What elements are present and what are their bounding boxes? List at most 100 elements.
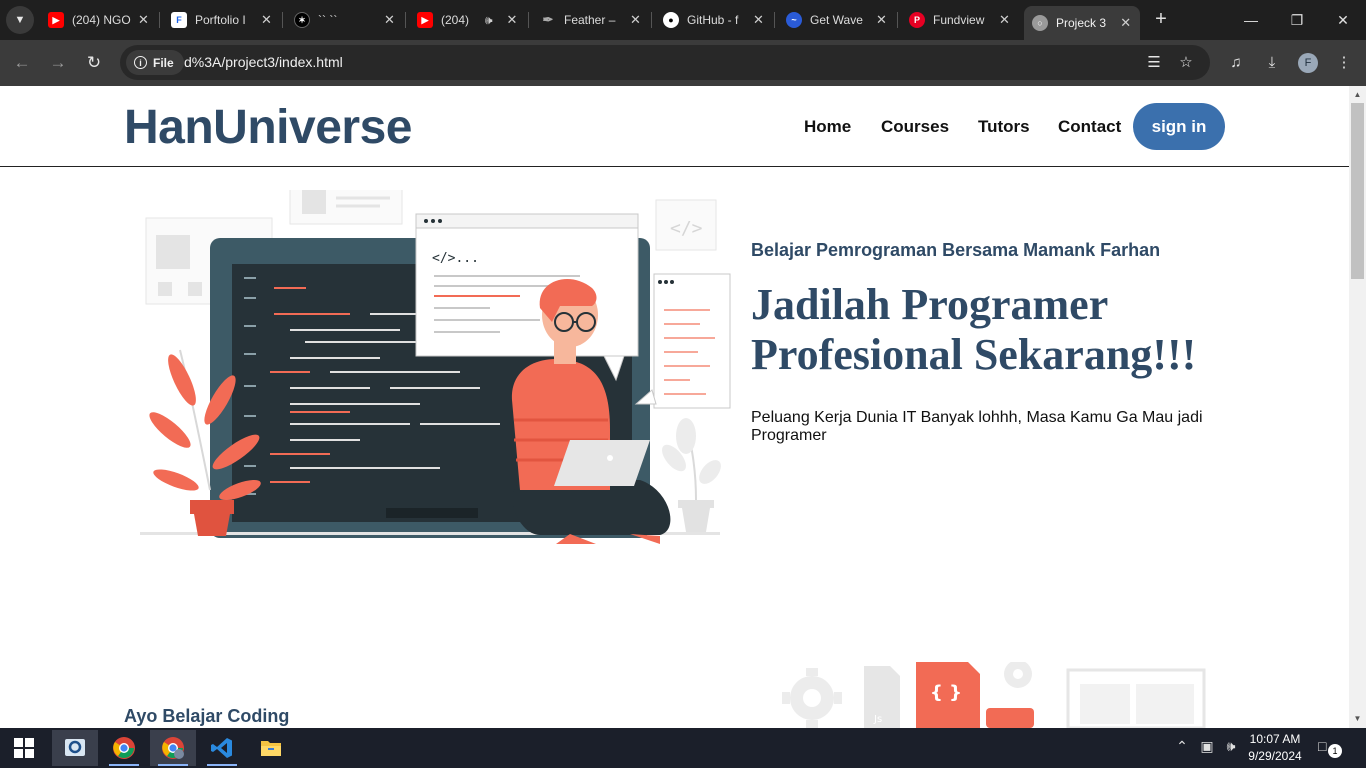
site-logo[interactable]: HanUniverse [124, 100, 412, 155]
sign-in-button[interactable]: sign in [1133, 103, 1225, 150]
reload-icon[interactable]: ↻ [83, 52, 105, 74]
tab-title: GitHub - f [687, 13, 739, 27]
nav-contact[interactable]: Contact [1058, 117, 1121, 137]
tab-app[interactable]: ✶ `` `` ✕ [286, 6, 404, 34]
close-tab-icon[interactable]: ✕ [629, 12, 642, 28]
youtube-icon: ▶ [48, 12, 64, 28]
browser-tab-bar: ▼ ▶ (204) NGO ✕ F Porftolio I ✕ ✶ `` `` … [0, 0, 1366, 40]
section-title: Ayo Belajar Coding [124, 706, 290, 726]
taskbar-app-search[interactable] [52, 730, 98, 766]
close-tab-icon[interactable]: ✕ [752, 12, 765, 28]
tab-title: Get Wave [810, 13, 863, 27]
github-icon: ● [663, 12, 679, 28]
url-text[interactable]: d%3A/project3/index.html [184, 54, 343, 70]
bookmark-star-icon[interactable]: ☆ [1176, 53, 1196, 73]
restore-button[interactable]: ❐ [1274, 0, 1320, 40]
svg-text:</>: </> [670, 218, 703, 239]
translate-icon[interactable]: ☰ [1144, 53, 1164, 73]
hero-title: Jadilah Programer Profesional Sekarang!!… [751, 280, 1197, 379]
tab-divider [159, 12, 160, 28]
tab-feather[interactable]: ✒ Feather – ✕ [532, 6, 650, 34]
hero-illustration: </> </>... [140, 190, 731, 544]
taskbar-app-file-explorer[interactable] [248, 730, 294, 766]
tab-divider [405, 12, 406, 28]
close-tab-icon[interactable]: ✕ [875, 12, 888, 28]
system-clock[interactable]: 10:07 AM 9/29/2024 [1242, 731, 1308, 765]
close-tab-icon[interactable]: ✕ [1119, 15, 1132, 31]
nav-home[interactable]: Home [804, 117, 851, 137]
clock-date: 9/29/2024 [1248, 749, 1302, 763]
windows-taskbar: ⌃ ▣ 🕪 10:07 AM 9/29/2024 □ 1 [0, 728, 1366, 768]
hero-description: Peluang Kerja Dunia IT Banyak lohhh, Mas… [751, 409, 1203, 444]
tab-title: (204) [441, 13, 470, 27]
speaker-icon[interactable]: 🕪 [485, 13, 493, 28]
close-tab-icon[interactable]: ✕ [998, 12, 1011, 28]
chrome-icon [113, 737, 135, 759]
scroll-down-icon[interactable]: ▼ [1349, 712, 1366, 726]
forward-arrow-icon[interactable]: → [47, 52, 69, 74]
tab-title: Porftolio I [195, 13, 246, 27]
feather-icon: ✒ [542, 12, 554, 27]
close-tab-icon[interactable]: ✕ [137, 12, 150, 28]
tab-youtube-2[interactable]: ▶ (204) 🕪 ✕ [409, 6, 527, 34]
tab-getwave[interactable]: ~ Get Wave ✕ [778, 6, 896, 34]
volume-icon[interactable]: 🕪 [1221, 738, 1241, 755]
tab-title: `` `` [318, 13, 338, 27]
close-window-button[interactable]: ✕ [1320, 0, 1366, 40]
close-tab-icon[interactable]: ✕ [505, 12, 519, 28]
tab-divider [528, 12, 529, 28]
back-arrow-icon[interactable]: ← [11, 52, 33, 74]
minimize-button[interactable]: — [1228, 0, 1274, 40]
close-tab-icon[interactable]: ✕ [383, 12, 396, 28]
bg-card-square [156, 235, 190, 269]
scrollbar-thumb[interactable] [1351, 103, 1364, 279]
bg-card-square [188, 282, 202, 296]
youtube-icon: ▶ [417, 12, 433, 28]
code-tag-text: </>... [432, 251, 479, 266]
bg-card-square [158, 282, 172, 296]
scroll-up-icon[interactable]: ▲ [1349, 88, 1366, 102]
close-tab-icon[interactable]: ✕ [260, 12, 273, 28]
nav-tutors[interactable]: Tutors [978, 117, 1030, 137]
tab-youtube-1[interactable]: ▶ (204) NGO ✕ [40, 6, 158, 34]
side-code-window [653, 273, 731, 409]
taskbar-app-vscode[interactable] [199, 730, 245, 766]
browser-toolbar: ← → ↻ i File d%3A/project3/index.html ☰ … [0, 40, 1366, 86]
tab-title: Fundview [933, 13, 985, 27]
tab-portfolio[interactable]: F Porftolio I ✕ [163, 6, 281, 34]
taskbar-app-chrome-profile[interactable] [150, 730, 196, 766]
tab-fundview[interactable]: P Fundview ✕ [901, 6, 1019, 34]
media-controls-icon[interactable]: ♫ [1225, 52, 1247, 74]
hero-subtitle: Belajar Pemrograman Bersama Mamank Farha… [751, 240, 1161, 260]
folder-icon [261, 741, 281, 756]
windows-logo-icon [14, 738, 34, 758]
clock-time: 10:07 AM [1249, 732, 1301, 746]
download-icon[interactable]: ⤓ [1261, 52, 1283, 74]
tab-title: Feather – [564, 13, 616, 27]
globe-icon: ○ [1032, 15, 1048, 31]
info-icon: i [134, 56, 147, 69]
coding-files-illustration: Js { } [782, 662, 1206, 728]
chevron-up-icon[interactable]: ⌃ [1172, 738, 1192, 755]
tab-divider [774, 12, 775, 28]
document-icon: F [171, 12, 187, 28]
tab-search-chevron-icon[interactable]: ▼ [6, 6, 34, 34]
new-tab-button[interactable]: + [1150, 8, 1172, 30]
site-info-chip[interactable]: i File [126, 50, 184, 75]
address-bar[interactable]: i File d%3A/project3/index.html ☰ ☆ [120, 45, 1210, 80]
search-app-icon [65, 739, 85, 756]
taskbar-app-chrome[interactable] [101, 730, 147, 766]
tab-projeck-3[interactable]: ○ Projeck 3 ✕ [1024, 6, 1140, 40]
bg-card-square [302, 190, 326, 214]
profile-avatar[interactable]: F [1298, 53, 1318, 73]
notification-count: 1 [1328, 744, 1342, 758]
more-menu-icon[interactable]: ⋮ [1333, 52, 1355, 74]
page-scrollbar[interactable]: ▲ ▼ [1349, 86, 1366, 728]
network-icon[interactable]: ▣ [1197, 738, 1217, 755]
nav-courses[interactable]: Courses [881, 117, 949, 137]
scheme-label: File [153, 55, 174, 70]
notification-center-button[interactable]: □ 1 [1318, 738, 1342, 758]
notification-icon: □ [1318, 738, 1327, 754]
start-button[interactable] [1, 730, 47, 766]
tab-github[interactable]: ● GitHub - f ✕ [655, 6, 773, 34]
